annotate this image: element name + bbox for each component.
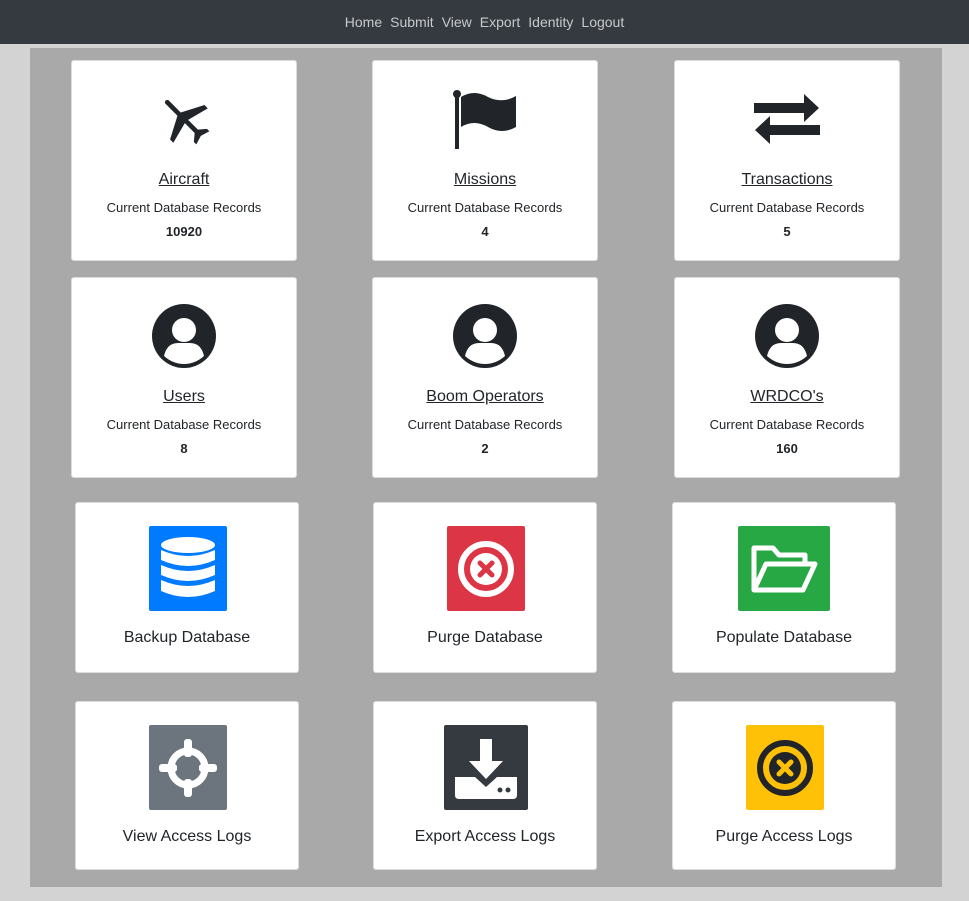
aircraft-card[interactable]: Aircraft Current Database Records 10920 (71, 60, 297, 261)
wrdcos-card[interactable]: WRDCO's Current Database Records 160 (674, 277, 900, 478)
x-circle-icon (757, 739, 813, 796)
transactions-card[interactable]: Transactions Current Database Records 5 (674, 60, 900, 261)
records-count: 160 (776, 441, 798, 456)
records-label: Current Database Records (709, 200, 865, 215)
populate-database-label: Populate Database (715, 629, 853, 646)
nav-identity[interactable]: Identity (528, 14, 573, 30)
records-label: Current Database Records (106, 417, 262, 432)
aircraft-link[interactable]: Aircraft (72, 171, 296, 189)
purge-database-tile (447, 526, 525, 611)
user-circle-icon (755, 304, 819, 368)
backup-database-tile (149, 526, 227, 611)
nav-logout[interactable]: Logout (581, 14, 624, 30)
user-circle-icon (152, 304, 216, 368)
records-label: Current Database Records (106, 200, 262, 215)
records-label: Current Database Records (407, 417, 563, 432)
boom-operators-link[interactable]: Boom Operators (373, 388, 597, 406)
exchange-arrows-icon (754, 94, 820, 144)
missions-card[interactable]: Missions Current Database Records 4 (372, 60, 598, 261)
x-circle-icon (458, 540, 514, 597)
records-count: 2 (481, 441, 489, 456)
purge-access-logs-label: Purge Access Logs (715, 828, 853, 845)
users-link[interactable]: Users (72, 388, 296, 406)
nav-export[interactable]: Export (480, 14, 520, 30)
nav-home[interactable]: Home (345, 14, 382, 30)
dashboard-panel: Aircraft Current Database Records 10920 … (30, 48, 942, 887)
purge-access-logs-tile (746, 725, 824, 810)
records-count: 5 (783, 224, 791, 239)
export-access-logs-card[interactable]: Export Access Logs (373, 701, 597, 870)
export-access-logs-tile (444, 725, 528, 810)
boom-operators-card[interactable]: Boom Operators Current Database Records … (372, 277, 598, 478)
airplane-icon (165, 100, 210, 145)
populate-database-card[interactable]: Populate Database (672, 502, 896, 673)
purge-access-logs-card[interactable]: Purge Access Logs (672, 701, 896, 870)
users-card[interactable]: Users Current Database Records 8 (71, 277, 297, 478)
nav-submit[interactable]: Submit (390, 14, 434, 30)
missions-link[interactable]: Missions (373, 171, 597, 189)
top-navbar: Home Submit View Export Identity Logout (0, 0, 969, 44)
user-circle-icon (453, 304, 517, 368)
purge-database-label: Purge Database (427, 629, 543, 646)
download-icon (455, 738, 517, 799)
transactions-link[interactable]: Transactions (675, 171, 899, 189)
export-access-logs-label: Export Access Logs (414, 828, 556, 845)
wrdcos-link[interactable]: WRDCO's (675, 388, 899, 406)
records-count: 8 (180, 441, 188, 456)
crosshairs-icon (159, 738, 217, 797)
records-label: Current Database Records (407, 200, 563, 215)
records-count: 4 (481, 224, 489, 239)
view-access-logs-label: View Access Logs (122, 828, 252, 845)
flag-icon (453, 90, 516, 149)
records-count: 10920 (165, 224, 203, 239)
folder-open-icon (751, 545, 818, 592)
view-access-logs-card[interactable]: View Access Logs (75, 701, 299, 870)
backup-database-card[interactable]: Backup Database (75, 502, 299, 673)
populate-database-tile (738, 526, 830, 611)
database-icon (161, 536, 215, 597)
backup-database-label: Backup Database (123, 629, 251, 646)
records-label: Current Database Records (709, 417, 865, 432)
view-access-logs-tile (149, 725, 227, 810)
purge-database-card[interactable]: Purge Database (373, 502, 597, 673)
nav-view[interactable]: View (442, 14, 472, 30)
